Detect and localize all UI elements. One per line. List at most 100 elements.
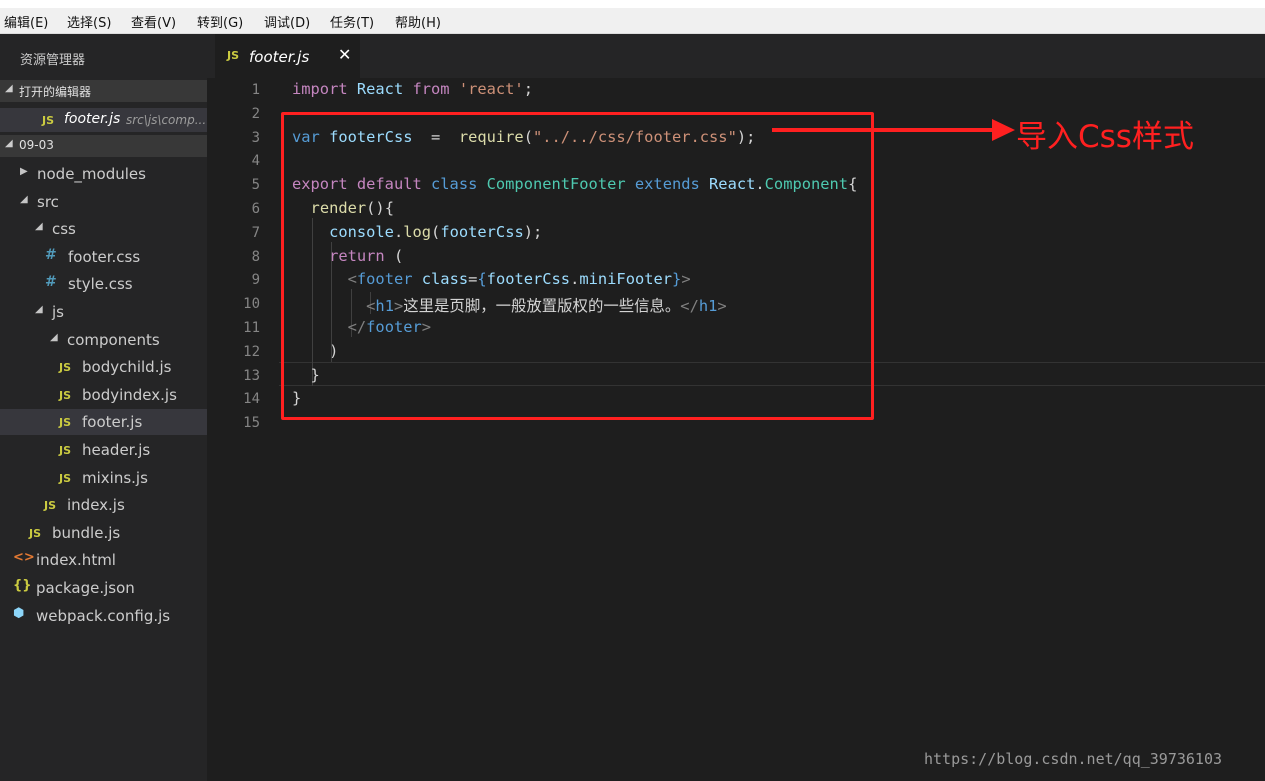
tree-item-label: package.json — [36, 579, 135, 597]
js-file-icon: JS — [59, 416, 72, 430]
menu-view[interactable]: 查看(V) — [131, 12, 176, 31]
window-top-strip — [0, 0, 1265, 8]
open-editors-label: 打开的编辑器 — [19, 85, 92, 99]
tree-item-label: style.css — [68, 275, 133, 294]
js-file-icon: JS — [59, 388, 72, 402]
menu-debug[interactable]: 调试(D) — [264, 12, 310, 31]
js-file-icon: JS — [44, 499, 57, 513]
tree-item-label: js — [52, 303, 64, 321]
tree-item-label: footer.js — [82, 413, 143, 432]
css-file-icon: # — [45, 246, 57, 263]
tree-item-index-js[interactable]: JS index.js — [0, 492, 207, 518]
tree-item-label: bodychild.js — [82, 358, 172, 377]
collapse-icon: ◢ — [5, 138, 13, 149]
tree-item-mixins-js[interactable]: JS mixins.js — [0, 465, 207, 491]
chevron-down-icon[interactable]: ◢ — [50, 332, 58, 343]
folder-header[interactable]: ◢ 09-03 — [0, 135, 207, 157]
tree-item-components[interactable]: ◢ components — [0, 327, 207, 353]
webpack-cube-icon: ⬢ — [13, 605, 25, 621]
css-file-icon: # — [45, 274, 57, 291]
tree-item-node-modules[interactable]: ▶ node_modules — [0, 161, 207, 187]
tree-item-css[interactable]: ◢ css — [0, 216, 207, 242]
tree-item-header-js[interactable]: JS header.js — [0, 437, 207, 463]
menu-selection[interactable]: 选择(S) — [67, 12, 111, 31]
line-number: 13 — [243, 367, 260, 384]
line-number: 7 — [251, 224, 260, 241]
open-editor-filename: footer.js — [64, 111, 121, 127]
tree-item-bodychild-js[interactable]: JS bodychild.js — [0, 354, 207, 380]
highlight-box — [281, 112, 874, 420]
open-editors-header[interactable]: ◢ 打开的编辑器 — [0, 80, 207, 102]
js-file-icon: JS — [59, 361, 72, 375]
tree-item-package-json[interactable]: {} package.json — [0, 575, 207, 601]
tree-item-footer-css[interactable]: # footer.css — [0, 244, 207, 270]
annotation-arrow — [772, 128, 994, 132]
explorer-title: 资源管理器 — [20, 53, 86, 68]
menu-tasks[interactable]: 任务(T) — [330, 12, 374, 31]
code-token: import — [292, 80, 357, 98]
code-line[interactable]: import React from 'react'; — [292, 80, 533, 98]
tree-item-webpack-config-js[interactable]: ⬢ webpack.config.js — [0, 603, 207, 629]
line-number: 11 — [243, 320, 260, 336]
chevron-down-icon[interactable]: ◢ — [20, 194, 28, 205]
tree-item-label: webpack.config.js — [36, 606, 171, 625]
tree-item-bundle-js[interactable]: JS bundle.js — [0, 520, 207, 546]
tree-item-style-css[interactable]: # style.css — [0, 271, 207, 297]
tree-item-src[interactable]: ◢ src — [0, 189, 207, 215]
annotation-label: 导入Css样式 — [1016, 119, 1194, 155]
line-number: 12 — [243, 343, 260, 360]
code-token: from — [412, 80, 459, 98]
chevron-down-icon[interactable]: ◢ — [35, 304, 43, 315]
tree-item-label: footer.css — [68, 247, 141, 266]
chevron-down-icon[interactable]: ◢ — [35, 221, 43, 232]
code-token: React — [356, 80, 413, 98]
chevron-right-icon[interactable]: ▶ — [20, 166, 28, 177]
folder-label: 09-03 — [19, 138, 54, 152]
tree-item-label: index.html — [36, 551, 116, 570]
code-token: ; — [523, 80, 533, 98]
tree-item-label: index.js — [67, 496, 125, 515]
line-number: 1 — [251, 82, 260, 98]
tree-item-label: bodyindex.js — [82, 385, 177, 404]
menu-goto[interactable]: 转到(G) — [197, 12, 243, 31]
open-editor-path: src\js\comp... — [126, 113, 207, 127]
js-file-icon: JS — [29, 526, 42, 540]
tree-item-label: css — [52, 220, 76, 239]
js-file-icon: JS — [59, 444, 72, 457]
tab-footer-js[interactable]: JS footer.js ✕ — [215, 34, 360, 78]
line-number: 2 — [251, 105, 260, 122]
js-file-icon: JS — [42, 114, 55, 127]
line-number: 5 — [251, 177, 260, 194]
line-number: 3 — [251, 129, 260, 146]
line-number: 4 — [251, 153, 260, 170]
explorer-sidebar: 资源管理器 ◢ 打开的编辑器 JS footer.js src\js\comp.… — [0, 34, 207, 781]
tab-bar: JS footer.js ✕ — [207, 34, 1265, 78]
arrow-head-icon — [992, 119, 1015, 141]
menu-edit[interactable]: 编辑(E) — [4, 12, 48, 31]
json-file-icon: {} — [13, 578, 32, 593]
line-number: 6 — [251, 201, 260, 217]
tree-item-label: node_modules — [37, 165, 146, 183]
tree-item-label: bundle.js — [52, 523, 121, 542]
tree-item-label: src — [37, 192, 59, 211]
tree-item-label: header.js — [82, 441, 151, 459]
html-file-icon: <> — [13, 550, 35, 566]
menu-help[interactable]: 帮助(H) — [395, 12, 441, 31]
code-token: 'react' — [458, 80, 524, 98]
close-icon[interactable]: ✕ — [338, 45, 351, 64]
line-number: 9 — [251, 272, 260, 289]
collapse-icon: ◢ — [5, 83, 13, 94]
js-file-icon: JS — [227, 49, 240, 62]
line-number: 15 — [243, 415, 260, 432]
tree-item-label: mixins.js — [82, 468, 148, 487]
tree-item-index-html[interactable]: <> index.html — [0, 547, 207, 573]
tree-item-bodyindex-js[interactable]: JS bodyindex.js — [0, 382, 207, 408]
line-number: 8 — [251, 248, 260, 265]
tree-item-footer-js[interactable]: JS footer.js — [0, 409, 207, 436]
tree-item-js[interactable]: ◢ js — [0, 299, 207, 325]
js-file-icon: JS — [59, 471, 72, 485]
menu-bar: 编辑(E) 选择(S) 查看(V) 转到(G) 调试(D) 任务(T) 帮助(H… — [0, 8, 1265, 34]
tree-item-label: components — [67, 330, 160, 349]
open-editor-item-footer[interactable]: JS footer.js src\js\comp... — [0, 108, 207, 132]
line-number: 14 — [243, 391, 260, 408]
